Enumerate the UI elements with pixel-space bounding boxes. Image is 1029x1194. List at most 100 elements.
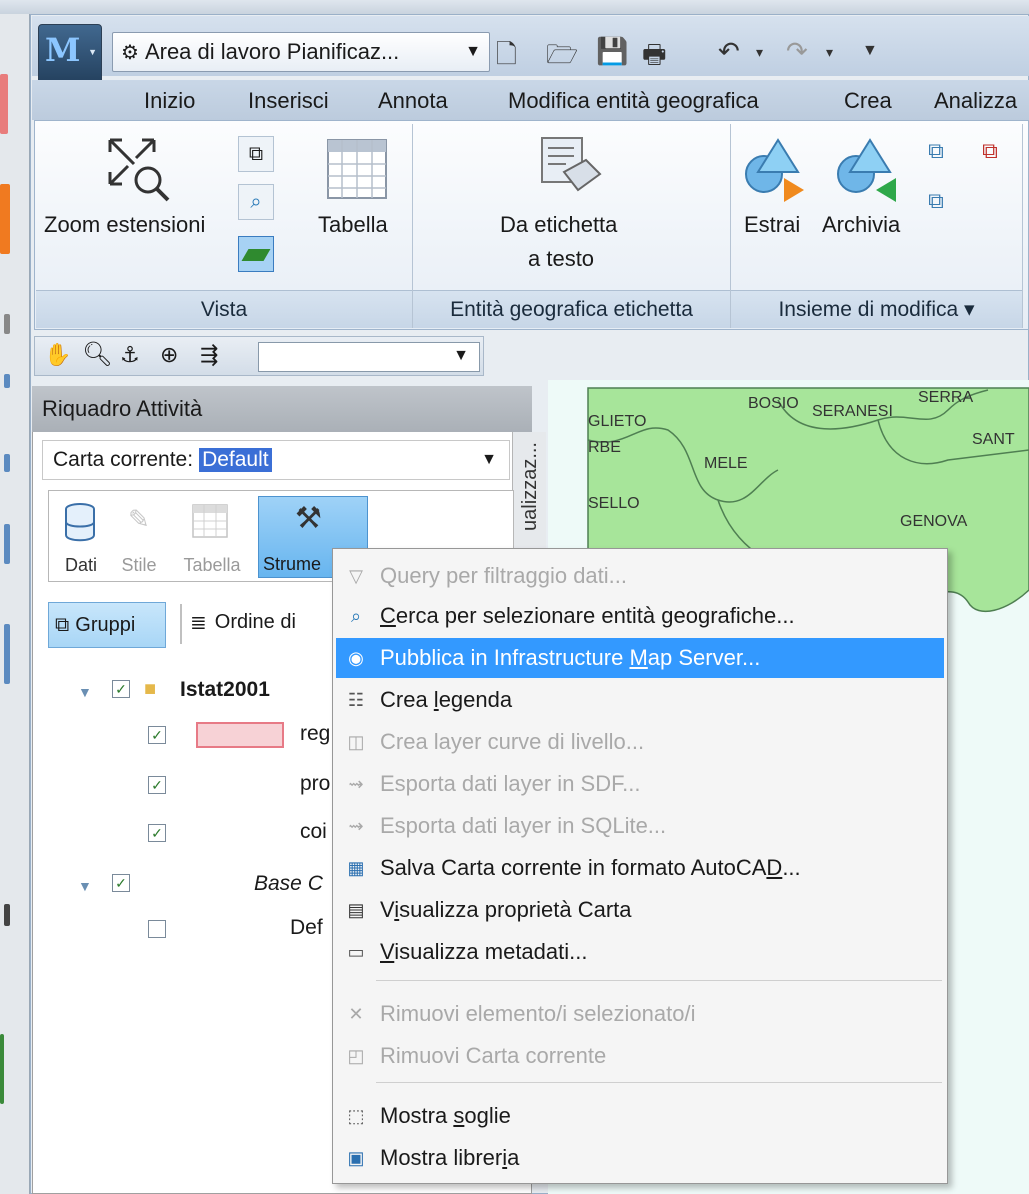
tree-layer-label[interactable]: Def	[290, 916, 323, 940]
background-mark	[4, 454, 10, 472]
chevron-down-icon[interactable]: ▾	[756, 44, 763, 61]
menu-item-search-features[interactable]: ⌕ Cerca per selezionare entità geografic…	[336, 596, 944, 636]
open-folder-icon[interactable]: 🗁	[546, 36, 578, 80]
menu-item-remove-map[interactable]: ◰ Rimuovi Carta corrente	[336, 1036, 944, 1076]
layer-checkbox[interactable]	[148, 920, 166, 938]
gear-icon: ⚙	[121, 41, 139, 64]
groups-button[interactable]: ⧉ Gruppi	[48, 602, 166, 648]
draw-order-label: Ordine di	[214, 611, 296, 633]
search-features-icon[interactable]: ⌕	[238, 184, 274, 220]
label-to-text-line2[interactable]: a testo	[528, 246, 594, 272]
menu-item-save-autocad[interactable]: ▦ Salva Carta corrente in formato AutoCA…	[336, 848, 944, 888]
view-tabella-button[interactable]: Tabella	[172, 496, 252, 578]
tab-analizza[interactable]: Analizza	[934, 88, 1017, 114]
edit-set-refresh-icon[interactable]: ⧉	[918, 188, 954, 222]
panel-title-vista[interactable]: Vista	[36, 290, 412, 328]
scale-combo[interactable]: ▼	[258, 342, 480, 372]
view-stile-button[interactable]: ✎ Stile	[114, 496, 164, 578]
group-checkbox[interactable]: ✓	[112, 874, 130, 892]
group-checkbox[interactable]: ✓	[112, 680, 130, 698]
archive-icon[interactable]	[834, 136, 900, 204]
save-icon[interactable]: 💾	[596, 36, 628, 67]
zoom-extents-label[interactable]: Zoom estensioni	[44, 212, 205, 238]
extract-label[interactable]: Estrai	[744, 212, 800, 238]
task-pane-title-text: Riquadro Attività	[42, 396, 203, 421]
map-label: GENOVA	[900, 513, 968, 530]
tree-layer-label[interactable]: coi	[300, 820, 327, 844]
save-autocad-icon: ▦	[347, 858, 365, 878]
menu-item-create-legend[interactable]: ☷ Crea legenda	[336, 680, 944, 720]
expand-triangle-icon[interactable]: ▼	[78, 878, 92, 894]
customize-qat-icon[interactable]: ▼	[862, 42, 878, 60]
view-dati-button[interactable]: Dati	[52, 496, 110, 578]
search-features-icon: ⌕	[350, 606, 362, 626]
menu-item-label: Crea layer curve di livello...	[380, 729, 645, 754]
workspace-selector[interactable]: ⚙ Area di lavoro Pianificaz... ▼	[112, 32, 490, 72]
pan-icon[interactable]: ✋	[44, 342, 71, 368]
panel-title-label-entity[interactable]: Entità geografica etichetta	[413, 290, 730, 328]
menu-item-query-filter[interactable]: ▽ Query per filtraggio dati...	[336, 556, 944, 596]
metadata-icon: ▭	[347, 942, 365, 962]
tab-inizio[interactable]: Inizio	[144, 88, 195, 114]
zoom-extents-icon[interactable]	[104, 134, 174, 206]
tab-crea[interactable]: Crea	[844, 88, 892, 114]
menu-item-export-sdf[interactable]: ⇝ Esporta dati layer in SDF...	[336, 764, 944, 804]
draw-order-button[interactable]: ≣ Ordine di	[190, 610, 296, 635]
tree-group-label[interactable]: Istat2001	[180, 678, 270, 702]
layer-checkbox[interactable]: ✓	[148, 726, 166, 744]
menu-separator	[376, 1082, 942, 1083]
label-to-text-icon[interactable]	[536, 134, 606, 204]
pan-anchor-icon[interactable]: ⚓︎	[120, 342, 140, 368]
current-map-value[interactable]: Default	[199, 448, 272, 472]
tab-inserisci[interactable]: Inserisci	[248, 88, 329, 114]
draw-order-icon: ≣	[190, 612, 207, 634]
menu-item-show-thresholds[interactable]: ⬚ Mostra soglie	[336, 1096, 944, 1136]
menu-item-label: Query per filtraggio dati...	[380, 563, 628, 588]
current-map-label: Carta corrente:	[53, 448, 194, 471]
menu-item-remove-selected[interactable]: ✕ Rimuovi elemento/i selezionato/i	[336, 994, 944, 1034]
layer-checkbox[interactable]: ✓	[148, 776, 166, 794]
tree-layer-label[interactable]: pro	[300, 772, 330, 796]
extract-icon[interactable]	[742, 136, 808, 204]
new-file-icon[interactable]: 🗋	[496, 36, 517, 80]
table-label[interactable]: Tabella	[318, 212, 388, 238]
print-icon[interactable]: 🖶	[642, 36, 667, 80]
edit-set-add-icon[interactable]: ⧉	[918, 138, 954, 172]
chevron-down-icon: ▼	[88, 47, 97, 57]
label-to-text-line1[interactable]: Da etichetta	[500, 212, 617, 238]
menu-item-export-sqlite[interactable]: ⇝ Esporta dati layer in SQLite...	[336, 806, 944, 846]
chevron-down-icon[interactable]: ▾	[826, 44, 833, 61]
archive-label[interactable]: Archivia	[822, 212, 900, 238]
view-dati-label: Dati	[64, 555, 97, 575]
panel-title-edit-set[interactable]: Insieme di modifica ▾	[731, 290, 1022, 328]
tab-annota[interactable]: Annota	[378, 88, 448, 114]
menu-item-publish-map-server[interactable]: ◉ Pubblica in Infrastructure Map Server.…	[336, 638, 944, 678]
chevron-down-icon[interactable]: ▼	[481, 451, 497, 469]
tree-group-label[interactable]: Base C	[254, 872, 323, 896]
layer-surface-icon[interactable]	[238, 236, 274, 272]
menu-item-metadata[interactable]: ▭ Visualizza metadati...	[336, 932, 944, 972]
layer-checkbox[interactable]: ✓	[148, 824, 166, 842]
tree-layer-label[interactable]: reg	[300, 722, 330, 746]
current-map-selector[interactable]: Carta corrente: Default ▼	[42, 440, 510, 480]
edit-set-remove-icon[interactable]: ⧉	[972, 138, 1008, 172]
background-mark	[4, 904, 10, 926]
tab-modifica-entita[interactable]: Modifica entità geografica	[508, 88, 759, 114]
undo-icon[interactable]: ↶	[718, 36, 740, 67]
zoom-window-icon[interactable]: ⊕	[160, 342, 178, 368]
layer-style-swatch	[196, 722, 284, 748]
background-mark	[4, 314, 10, 334]
expand-triangle-icon[interactable]: ▼	[78, 684, 92, 700]
table-icon[interactable]	[326, 138, 388, 202]
zoom-icon[interactable]: 🔍︎	[82, 340, 112, 369]
background-mark	[0, 74, 8, 134]
select-layer-icon[interactable]: ⧉	[238, 136, 274, 172]
menu-item-show-library[interactable]: ▣ Mostra libreria	[336, 1138, 944, 1178]
menu-item-contour-layer[interactable]: ◫ Crea layer curve di livello...	[336, 722, 944, 762]
menu-item-map-properties[interactable]: ▤ Visualizza proprietà Carta	[336, 890, 944, 930]
export-sqlite-icon: ⇝	[348, 816, 364, 836]
task-pane-title: Riquadro Attività	[32, 386, 532, 432]
walk-icon[interactable]: ⇶	[200, 342, 218, 368]
redo-icon[interactable]: ↷	[786, 36, 808, 67]
menu-item-label: Mostra soglie	[380, 1103, 511, 1128]
